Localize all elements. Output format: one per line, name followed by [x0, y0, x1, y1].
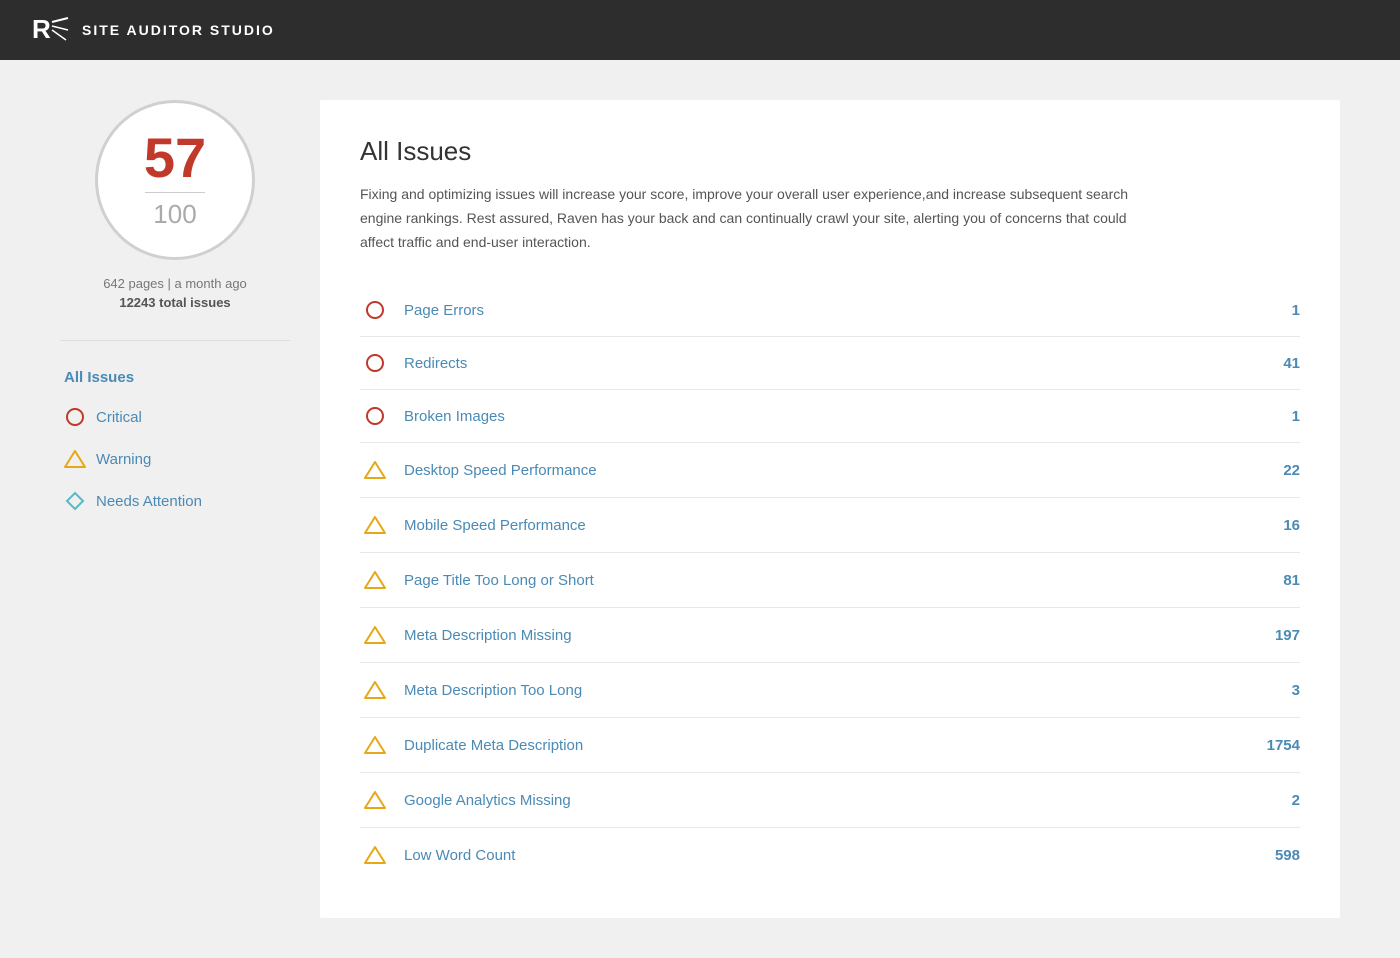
- raven-logo-icon: R: [30, 10, 70, 50]
- sidebar-item-critical[interactable]: Critical: [60, 398, 290, 436]
- triangle-yellow-icon: [360, 844, 390, 866]
- critical-icon: [64, 406, 86, 428]
- circle-red-icon: [360, 300, 390, 320]
- issue-row-duplicate-meta[interactable]: Duplicate Meta Description 1754: [360, 718, 1300, 773]
- issue-count: 1754: [1250, 737, 1300, 754]
- issue-name: Page Title Too Long or Short: [404, 572, 1250, 589]
- issue-name: Broken Images: [404, 408, 1250, 425]
- score-current: 57: [144, 130, 206, 186]
- issue-count: 81: [1250, 572, 1300, 589]
- circle-red-icon: [360, 406, 390, 426]
- total-issues-count: 12243: [119, 295, 155, 310]
- issue-row-page-title[interactable]: Page Title Too Long or Short 81: [360, 553, 1300, 608]
- issue-count: 3: [1250, 682, 1300, 699]
- score-circle: 57 100: [95, 100, 255, 260]
- issue-name: Duplicate Meta Description: [404, 737, 1250, 754]
- issue-row-google-analytics[interactable]: Google Analytics Missing 2: [360, 773, 1300, 828]
- triangle-yellow-icon: [360, 514, 390, 536]
- issue-name: Mobile Speed Performance: [404, 517, 1250, 534]
- issue-count: 197: [1250, 627, 1300, 644]
- app-header: R SITE AUDITOR STUDIO: [0, 0, 1400, 60]
- issue-count: 22: [1250, 462, 1300, 479]
- issue-row-desktop-speed[interactable]: Desktop Speed Performance 22: [360, 443, 1300, 498]
- sidebar-item-all-issues[interactable]: All Issues: [60, 361, 290, 394]
- issue-count: 16: [1250, 517, 1300, 534]
- issue-count: 1: [1250, 302, 1300, 319]
- sidebar-item-label: Critical: [96, 409, 142, 426]
- triangle-yellow-icon: [360, 734, 390, 756]
- sidebar-item-warning[interactable]: Warning: [60, 440, 290, 478]
- needs-attention-icon: [64, 490, 86, 512]
- issue-row-meta-desc-long[interactable]: Meta Description Too Long 3: [360, 663, 1300, 718]
- triangle-yellow-icon: [360, 569, 390, 591]
- issue-name: Desktop Speed Performance: [404, 462, 1250, 479]
- logo: R SITE AUDITOR STUDIO: [30, 10, 275, 50]
- issue-row-page-errors[interactable]: Page Errors 1: [360, 284, 1300, 337]
- warning-icon: [64, 448, 86, 470]
- issue-count: 2: [1250, 792, 1300, 809]
- page-title: All Issues: [360, 136, 1300, 167]
- issue-name: Meta Description Missing: [404, 627, 1250, 644]
- issue-name: Page Errors: [404, 302, 1250, 319]
- triangle-yellow-icon: [360, 679, 390, 701]
- sidebar: 57 100 642 pages | a month ago 12243 tot…: [60, 100, 320, 918]
- issues-list: Page Errors 1 Redirects 41: [360, 284, 1300, 882]
- issue-name: Google Analytics Missing: [404, 792, 1250, 809]
- total-issues: 12243 total issues: [60, 295, 290, 310]
- issue-count: 1: [1250, 408, 1300, 425]
- sidebar-item-label: Needs Attention: [96, 493, 202, 510]
- circle-red-icon: [360, 353, 390, 373]
- sidebar-item-label: Warning: [96, 451, 151, 468]
- issue-name: Low Word Count: [404, 847, 1250, 864]
- issue-row-low-word-count[interactable]: Low Word Count 598: [360, 828, 1300, 882]
- triangle-yellow-icon: [360, 624, 390, 646]
- pages-info: 642 pages | a month ago: [60, 276, 290, 291]
- svg-text:R: R: [32, 14, 51, 44]
- content-area: All Issues Fixing and optimizing issues …: [320, 100, 1340, 918]
- issue-row-mobile-speed[interactable]: Mobile Speed Performance 16: [360, 498, 1300, 553]
- total-issues-label: total issues: [159, 295, 231, 310]
- issue-row-redirects[interactable]: Redirects 41: [360, 337, 1300, 390]
- main-container: 57 100 642 pages | a month ago 12243 tot…: [0, 60, 1400, 958]
- sidebar-item-label: All Issues: [64, 369, 134, 386]
- score-circle-container: 57 100: [60, 100, 290, 260]
- issue-row-meta-desc-missing[interactable]: Meta Description Missing 197: [360, 608, 1300, 663]
- content-description: Fixing and optimizing issues will increa…: [360, 183, 1140, 254]
- triangle-yellow-icon: [360, 459, 390, 481]
- sidebar-divider: [60, 340, 290, 341]
- issue-count: 598: [1250, 847, 1300, 864]
- sidebar-item-needs-attention[interactable]: Needs Attention: [60, 482, 290, 520]
- issue-name: Meta Description Too Long: [404, 682, 1250, 699]
- triangle-yellow-icon: [360, 789, 390, 811]
- score-divider: [145, 192, 205, 193]
- score-total: 100: [153, 199, 196, 230]
- issue-row-broken-images[interactable]: Broken Images 1: [360, 390, 1300, 443]
- sidebar-nav: All Issues Critical Warning: [60, 361, 290, 520]
- app-title: SITE AUDITOR STUDIO: [82, 22, 275, 38]
- issue-count: 41: [1250, 355, 1300, 372]
- issue-name: Redirects: [404, 355, 1250, 372]
